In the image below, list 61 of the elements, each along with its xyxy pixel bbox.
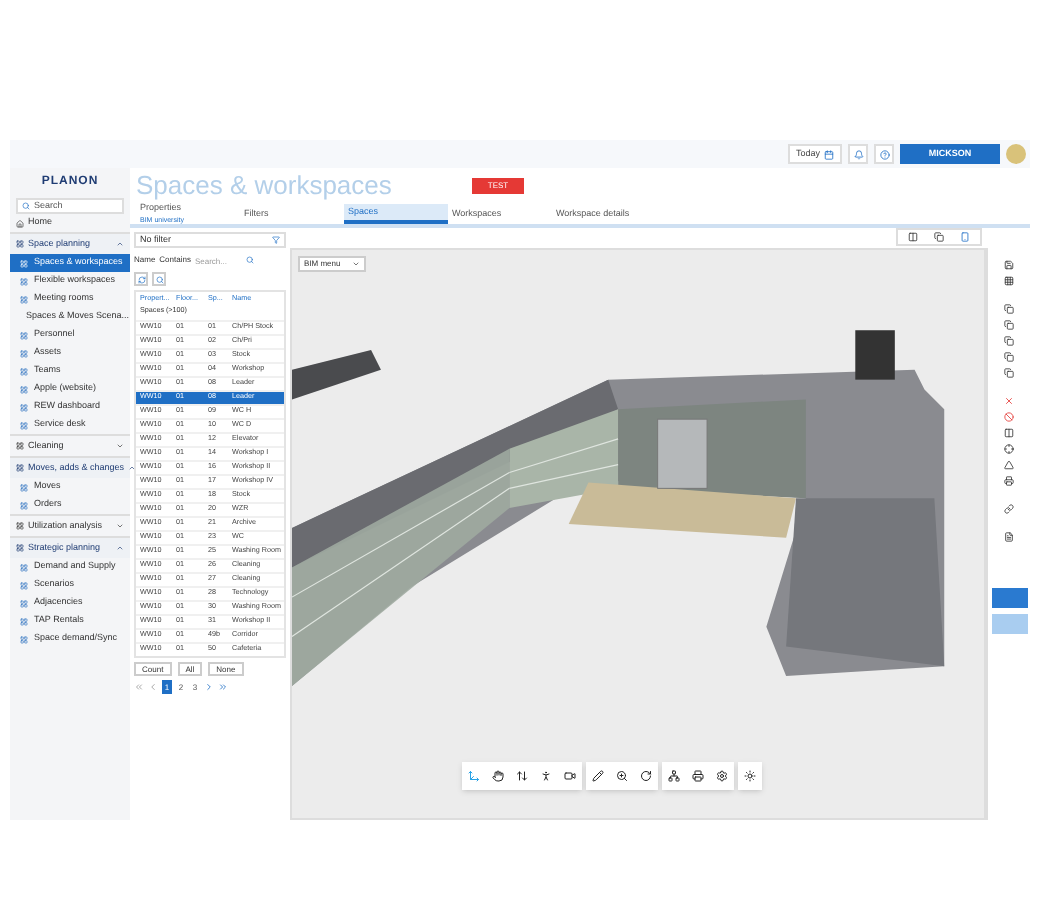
menu-item-icon: [20, 277, 28, 285]
side-tool-icon[interactable]: [1004, 336, 1014, 346]
side-tool-icon[interactable]: [1004, 352, 1014, 362]
side-panel-button[interactable]: [991, 588, 1027, 608]
viewer-tool-icon[interactable]: [492, 770, 504, 782]
search-icon: [155, 275, 163, 283]
viewer-tool-icon[interactable]: [516, 770, 528, 782]
menu-item-icon: [20, 349, 28, 357]
copy-icon[interactable]: [934, 232, 944, 242]
refresh-icon: [137, 275, 145, 283]
viewer-tool-icon[interactable]: [540, 770, 552, 782]
section-icon: [16, 544, 24, 552]
viewer-tool-icon[interactable]: [692, 770, 704, 782]
side-tool-icon[interactable]: [1004, 532, 1014, 542]
search-icon: [246, 256, 255, 264]
split-view-icon[interactable]: [908, 232, 918, 242]
menu-item-icon: [20, 259, 28, 267]
viewer-tool-icon[interactable]: [616, 770, 628, 782]
bell-icon: [853, 149, 863, 159]
section-icon: [16, 442, 24, 450]
section-icon: [16, 240, 24, 248]
menu-item-icon: [20, 331, 28, 339]
home-icon: [16, 219, 24, 227]
refresh-button[interactable]: [134, 272, 148, 286]
menu-item-icon: [20, 617, 28, 625]
menu-item-icon: [20, 367, 28, 375]
calendar-icon: [824, 149, 834, 159]
page-title: Spaces & workspaces: [136, 168, 392, 203]
side-tool-icon[interactable]: [1004, 504, 1014, 514]
viewer-tool-icon[interactable]: [564, 770, 576, 782]
menu-item-icon: [20, 581, 28, 589]
menu-item-icon: [20, 483, 28, 491]
side-tool-icon[interactable]: [1004, 476, 1014, 486]
side-tool-icon[interactable]: [1004, 428, 1014, 438]
section-icon: [16, 522, 24, 530]
section-icon: [16, 464, 24, 472]
menu-item-icon: [20, 599, 28, 607]
side-tool-icon[interactable]: [1004, 460, 1014, 470]
side-tool-icon[interactable]: [1004, 368, 1014, 378]
filter-icon: [272, 236, 280, 244]
side-tool-icon[interactable]: [1004, 304, 1014, 314]
viewer-tool-icon[interactable]: [640, 770, 652, 782]
viewer-tool-icon[interactable]: [744, 770, 756, 782]
viewer-tool-icon[interactable]: [668, 770, 680, 782]
menu-item-icon: [20, 385, 28, 393]
side-tool-icon[interactable]: [1004, 444, 1014, 454]
search-icon: [22, 202, 30, 210]
menu-item-icon: [20, 635, 28, 643]
avatar: [1006, 144, 1026, 164]
side-tool-icon[interactable]: [1004, 320, 1014, 330]
side-tool-icon[interactable]: [1004, 276, 1014, 286]
side-tool-icon[interactable]: [1004, 260, 1014, 270]
menu-item-icon: [20, 563, 28, 571]
menu-item-icon: [20, 403, 28, 411]
menu-item-icon: [20, 501, 28, 509]
viewer-tool-icon[interactable]: [716, 770, 728, 782]
help-icon: [879, 149, 889, 159]
next-page-icon[interactable]: [204, 682, 214, 692]
menu-item-icon: [20, 295, 28, 303]
menu-item-icon: [20, 421, 28, 429]
viewer-tool-icon[interactable]: [592, 770, 604, 782]
